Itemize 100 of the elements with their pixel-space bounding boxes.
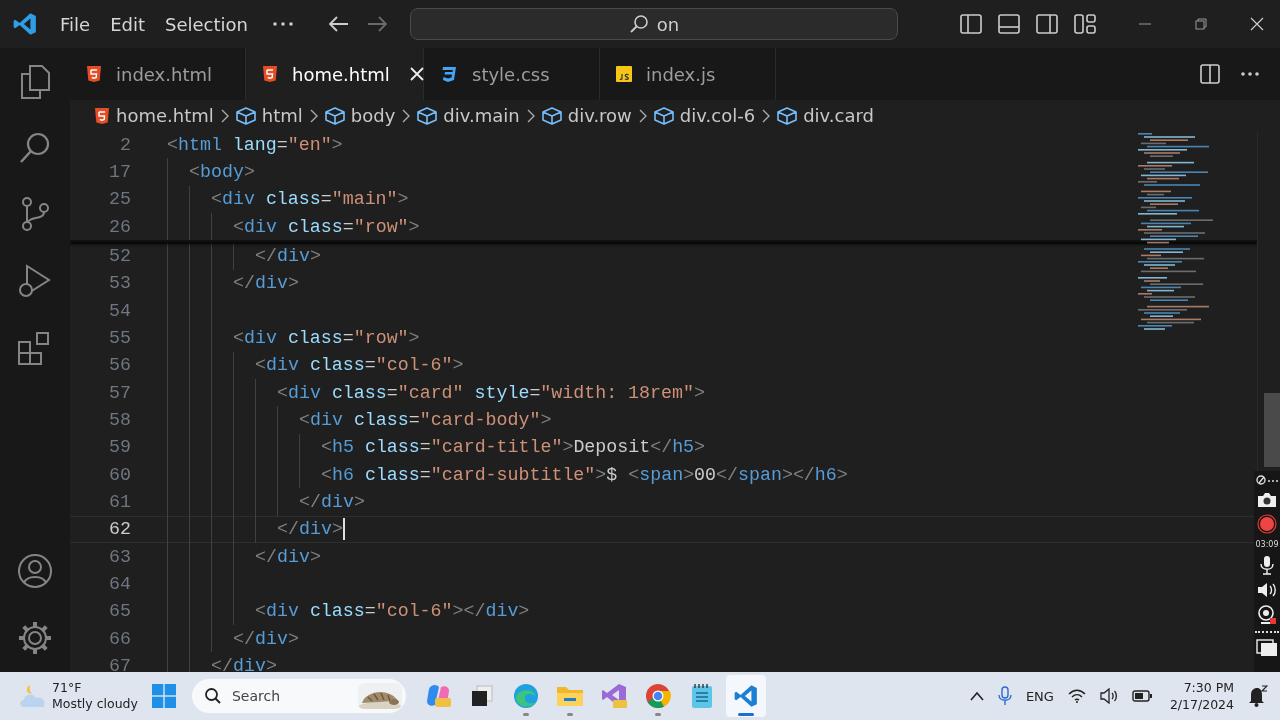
back-arrow-icon[interactable] [327, 15, 350, 33]
code-line: </div> [167, 624, 299, 653]
breadcrumb-item[interactable]: div.col-6 [653, 105, 756, 126]
cube-icon [777, 106, 798, 125]
clock[interactable]: 7:30 PM 2/17/2024 [1169, 679, 1234, 713]
account-icon[interactable] [17, 553, 53, 589]
chevron-icon [526, 108, 535, 123]
line-number: 53 [108, 273, 131, 294]
microphone-icon[interactable] [1260, 555, 1274, 575]
chevron-icon [220, 108, 229, 123]
cube-icon [235, 106, 256, 125]
volume-icon[interactable] [1099, 688, 1118, 704]
copilot-icon [424, 683, 451, 709]
code-line: <div class="row"> [167, 213, 420, 241]
code-line: <body> [167, 158, 255, 186]
wifi-icon[interactable] [1067, 689, 1086, 703]
menu-item[interactable]: File [60, 13, 91, 35]
weather-widget[interactable]: 71°F Mostly cloudy [18, 680, 138, 712]
vscode-logo-icon[interactable] [12, 11, 38, 37]
edge-browser-icon [512, 683, 539, 709]
more-icon[interactable] [271, 21, 294, 27]
chevron-icon [402, 108, 411, 123]
breadcrumb-item[interactable]: home.html [94, 105, 214, 126]
close-tab-icon[interactable] [409, 67, 424, 81]
menu-item[interactable]: Edit [110, 13, 145, 35]
panel-layout-icon[interactable] [998, 14, 1020, 34]
breadcrumb-item[interactable]: body [324, 105, 396, 126]
pen-icon[interactable] [1256, 474, 1278, 486]
html-file-icon [94, 106, 110, 125]
breadcrumb-item[interactable]: div.row [541, 105, 632, 126]
chevron-icon [762, 108, 771, 123]
close-icon[interactable] [1250, 17, 1264, 31]
weather-text: Mostly cloudy [52, 696, 138, 712]
line-number: 57 [108, 382, 131, 403]
folder-icon [555, 684, 584, 708]
line-number: 26 [108, 216, 131, 237]
cube-icon [541, 106, 562, 125]
code-line: </div> [167, 516, 345, 542]
forward-arrow-icon[interactable] [365, 15, 388, 33]
breadcrumb-item[interactable]: div.main [417, 105, 520, 126]
search-icon[interactable] [18, 131, 52, 165]
code-line: <div class="card-body"> [167, 406, 552, 434]
files-icon[interactable] [18, 64, 52, 100]
record-icon[interactable] [1257, 514, 1277, 534]
code-line: <h6 class="card-subtitle">$ <span>00</span></h6> [167, 460, 848, 489]
scrollbar-thumb[interactable] [1264, 393, 1280, 467]
line-number: 55 [108, 327, 131, 348]
line-number: 65 [108, 601, 131, 622]
line-number: 56 [108, 355, 131, 376]
editor-tab[interactable]: home.html [246, 48, 424, 100]
breadcrumb-item[interactable]: html [235, 105, 303, 126]
camera-icon[interactable] [1257, 492, 1277, 508]
line-number: 67 [108, 655, 131, 672]
code-line: <div class="main"> [167, 185, 409, 213]
settings-icon[interactable] [17, 620, 53, 656]
windows-start-icon[interactable] [151, 684, 176, 708]
code-line: </div> [167, 242, 321, 270]
battery-icon[interactable] [1131, 690, 1152, 702]
code-line: <div class="card" style="width: 18rem"> [167, 378, 705, 407]
breadcrumb-item[interactable]: div.card [777, 105, 874, 126]
line-number: 52 [108, 245, 131, 266]
taskbar-search[interactable]: Search [191, 679, 406, 713]
vscode-icon [732, 683, 759, 709]
search-icon [628, 14, 649, 34]
window-icon[interactable] [1256, 639, 1278, 657]
line-number: 25 [108, 189, 131, 210]
command-center[interactable]: on [409, 8, 898, 40]
split-editor-icon[interactable] [1200, 64, 1220, 84]
chrome-icon [644, 683, 671, 709]
code-line: <html lang="en"> [167, 133, 343, 157]
line-number: 64 [108, 573, 131, 594]
chevron-up-icon[interactable] [969, 691, 984, 701]
notification-bell-icon[interactable] [1248, 685, 1268, 707]
cube-icon [417, 106, 438, 125]
line-number: 63 [108, 546, 131, 567]
search-icon [203, 687, 222, 705]
speaker-icon[interactable] [1257, 581, 1277, 599]
customize-layout-icon[interactable] [1074, 14, 1096, 34]
recording-timer: 03:09 [1255, 540, 1279, 549]
code-line: <div class="row"> [167, 324, 420, 352]
line-number: 59 [108, 437, 131, 458]
visual-studio-icon [600, 683, 627, 709]
html-file-icon [86, 65, 102, 83]
menu-item[interactable]: Selection [165, 13, 248, 35]
code-line: </div> [167, 269, 299, 297]
code-line: <div class="col-6"></div> [167, 597, 530, 625]
line-number: 17 [108, 162, 131, 182]
code-line: </div> [167, 488, 365, 516]
js-file-icon [616, 66, 632, 82]
line-number: 66 [108, 628, 131, 649]
cube-icon [653, 106, 674, 125]
more-icon[interactable] [1240, 71, 1260, 77]
chevron-icon [309, 108, 318, 123]
sidebar-layout-icon[interactable] [960, 14, 982, 34]
secondary-sidebar-icon[interactable] [1036, 14, 1058, 34]
language-indicator[interactable]: ENG [1025, 688, 1054, 704]
code-line: <div class="col-6"> [167, 351, 464, 379]
run-debug-icon[interactable] [17, 263, 53, 299]
restore-icon[interactable] [1194, 17, 1208, 31]
webcam-icon[interactable] [1257, 605, 1277, 625]
